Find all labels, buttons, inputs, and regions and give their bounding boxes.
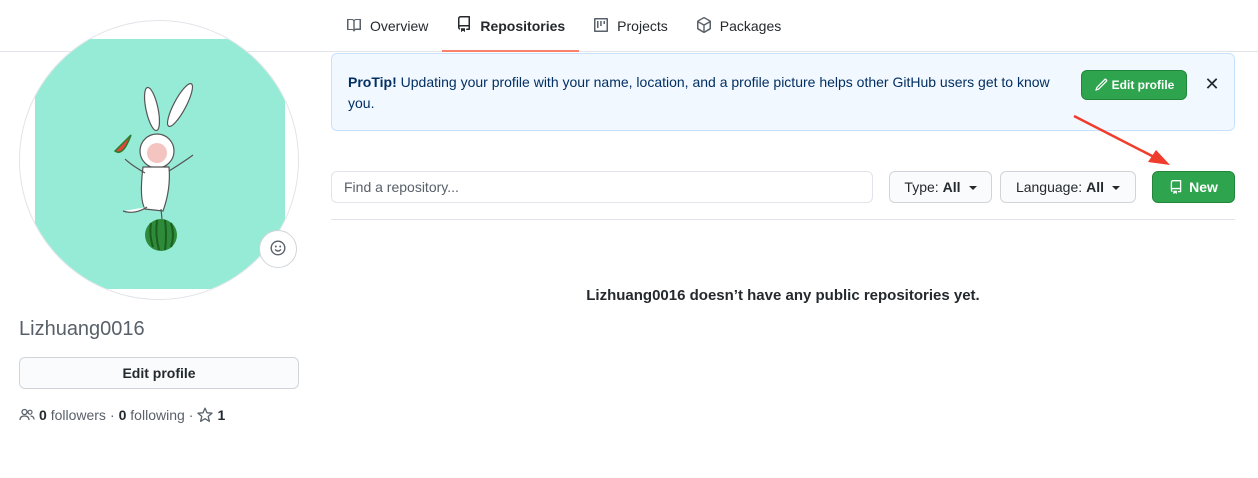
repo-icon [456, 15, 480, 35]
new-button-label: New [1189, 179, 1218, 195]
book-icon [346, 17, 370, 36]
protip-message: ProTip! Updating your profile with your … [348, 72, 1068, 114]
tab-projects-label: Projects [617, 18, 668, 34]
tab-packages[interactable]: Packages [682, 0, 795, 52]
smiley-icon [270, 239, 286, 259]
type-filter-dropdown[interactable]: Type: All [889, 171, 992, 203]
set-status-button[interactable] [259, 230, 297, 268]
protip-banner: ProTip! Updating your profile with your … [331, 53, 1235, 131]
caret-down-icon [968, 186, 977, 190]
tab-projects[interactable]: Projects [579, 0, 682, 52]
separator: · [188, 407, 194, 423]
profile-username: Lizhuang0016 [19, 318, 145, 340]
protip-edit-label: Edit profile [1111, 78, 1175, 92]
filter-divider [331, 219, 1235, 220]
profile-tabs: Overview Repositories Projects Packages [332, 0, 795, 52]
bunny-illustration [113, 83, 194, 251]
follow-stats: 0 followers · 0 following · 1 [19, 407, 225, 423]
project-icon [593, 17, 617, 36]
following-link[interactable]: 0 following [119, 407, 185, 423]
avatar[interactable] [19, 20, 299, 300]
protip-body: Updating your profile with your name, lo… [348, 74, 1050, 111]
separator: · [109, 407, 115, 423]
type-filter-value: All [942, 179, 961, 195]
tab-repositories[interactable]: Repositories [442, 0, 580, 52]
star-icon [197, 407, 214, 423]
new-repository-button[interactable]: New [1152, 171, 1235, 203]
protip-title: ProTip! [348, 74, 397, 90]
avatar-image [35, 39, 285, 289]
followers-count: 0 [39, 407, 47, 423]
stars-link[interactable]: 1 [197, 407, 225, 423]
tab-overview[interactable]: Overview [332, 0, 442, 52]
people-icon [19, 407, 35, 423]
empty-repositories-message: Lizhuang0016 doesn’t have any public rep… [586, 287, 980, 304]
type-filter-label: Type: [904, 179, 939, 195]
caret-down-icon [1112, 186, 1121, 190]
edit-profile-button[interactable]: Edit profile [19, 357, 299, 389]
following-label: following [130, 407, 185, 423]
package-icon [696, 16, 720, 36]
protip-edit-profile-button[interactable]: Edit profile [1081, 70, 1187, 100]
following-count: 0 [118, 407, 127, 423]
language-filter-label: Language: [1015, 179, 1083, 195]
close-icon[interactable]: ✕ [1200, 72, 1224, 96]
tab-overview-label: Overview [370, 18, 429, 34]
followers-label: followers [50, 407, 106, 423]
tab-repositories-label: Repositories [480, 18, 566, 34]
repository-search-input[interactable] [331, 171, 873, 203]
repo-icon [1169, 180, 1189, 194]
stars-count: 1 [217, 407, 226, 423]
pencil-icon [1094, 78, 1112, 92]
language-filter-value: All [1086, 179, 1105, 195]
tab-packages-label: Packages [719, 18, 782, 34]
language-filter-dropdown[interactable]: Language: All [1000, 171, 1136, 203]
followers-link[interactable]: 0 followers [19, 407, 106, 423]
